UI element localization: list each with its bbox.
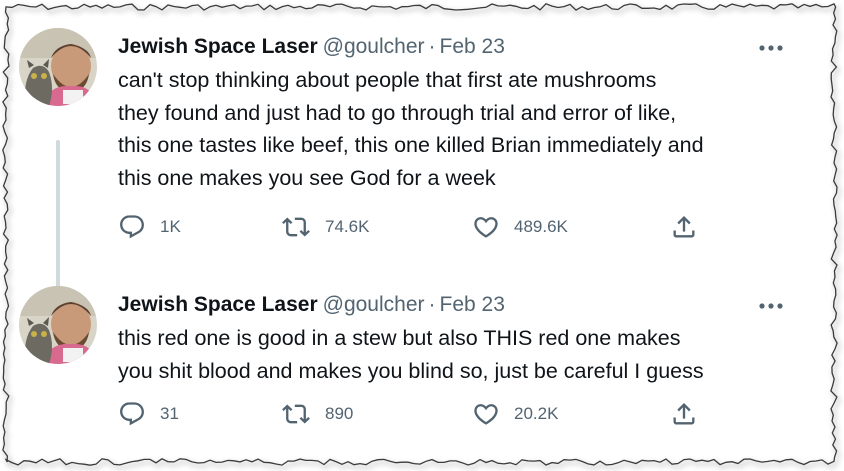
tweet-header: Jewish Space Laser @goulcher · Feb 23 (118, 291, 505, 319)
retweet-button[interactable]: 74.6K (281, 212, 369, 242)
retweet-icon (282, 217, 310, 237)
tweet-date[interactable]: Feb 23 (440, 293, 505, 316)
retweet-count: 74.6K (325, 217, 370, 236)
tweet-text: this red one is good in a stew but also … (118, 326, 704, 383)
reply-count: 1K (160, 217, 181, 236)
share-icon (673, 403, 695, 425)
retweet-count: 890 (325, 404, 354, 423)
thread-connector-line (56, 140, 60, 298)
retweet-icon (282, 404, 310, 424)
avatar[interactable] (19, 286, 97, 364)
tweet-text: can't stop thinking about people that fi… (118, 68, 704, 190)
display-name[interactable]: Jewish Space Laser (118, 293, 318, 316)
tweet-date[interactable]: Feb 23 (440, 35, 505, 58)
avatar[interactable] (19, 28, 97, 106)
tweet-header: Jewish Space Laser @goulcher · Feb 23 (118, 33, 505, 61)
tweet-actions: 31 890 20.2K (118, 399, 718, 429)
user-handle[interactable]: @goulcher (323, 293, 425, 316)
share-button[interactable] (670, 399, 698, 429)
separator-dot: · (428, 35, 436, 58)
reply-icon (120, 402, 144, 426)
separator-dot: · (428, 293, 436, 316)
reply-button[interactable]: 1K (118, 212, 181, 242)
reply-button[interactable]: 31 (118, 399, 179, 429)
like-button[interactable]: 489.6K (472, 212, 568, 242)
tweet-actions: 1K 74.6K 489.6K (118, 212, 718, 242)
reply-icon (120, 215, 144, 239)
reply-count: 31 (160, 404, 179, 423)
user-handle[interactable]: @goulcher (323, 35, 425, 58)
more-icon[interactable] (758, 38, 784, 58)
more-icon[interactable] (758, 296, 784, 316)
share-icon (673, 216, 695, 238)
like-count: 20.2K (514, 404, 559, 423)
like-count: 489.6K (514, 217, 568, 236)
heart-icon (474, 404, 498, 425)
display-name[interactable]: Jewish Space Laser (118, 35, 318, 58)
share-button[interactable] (670, 212, 698, 242)
retweet-button[interactable]: 890 (281, 399, 353, 429)
like-button[interactable]: 20.2K (472, 399, 558, 429)
heart-icon (474, 217, 498, 238)
